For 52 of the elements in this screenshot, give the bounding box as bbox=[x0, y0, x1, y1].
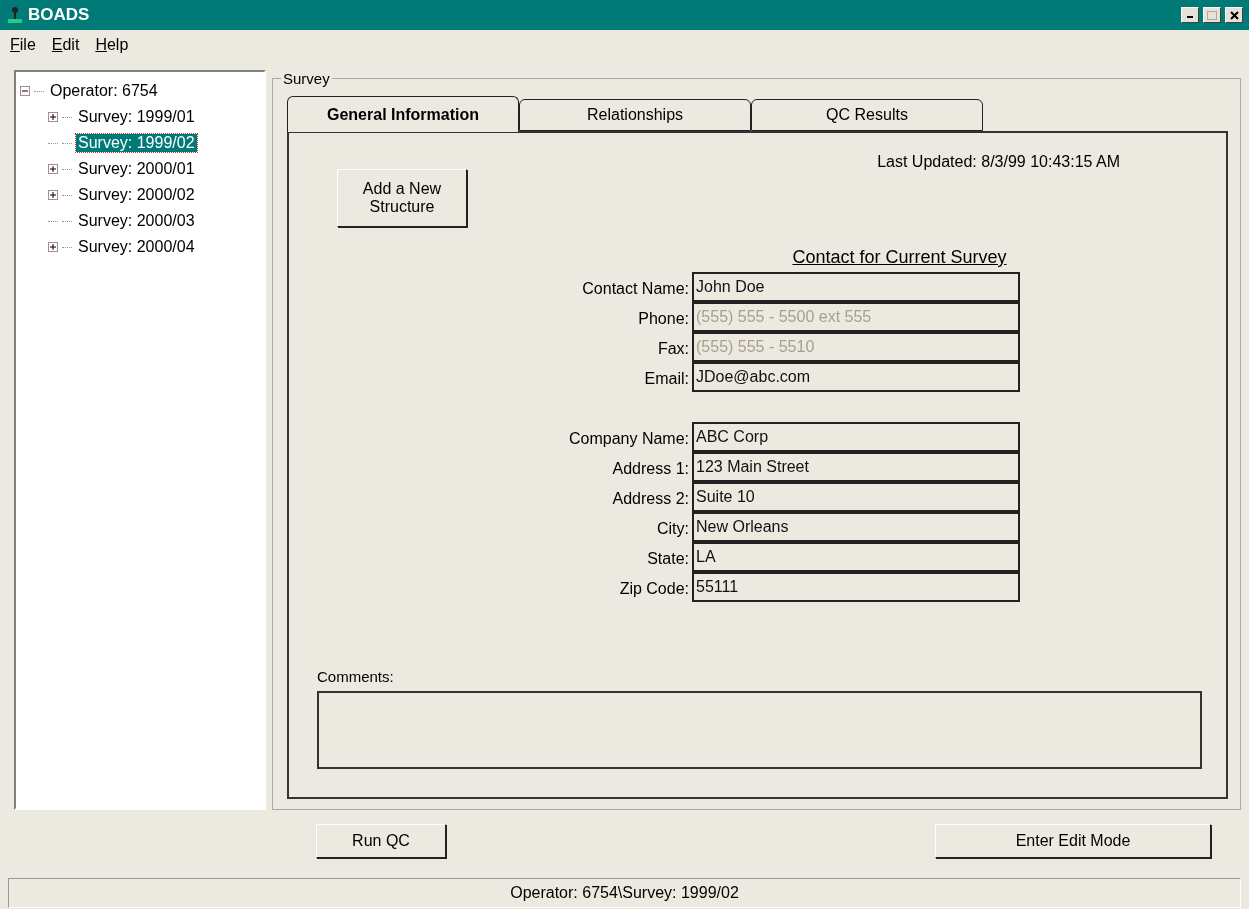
menu-item[interactable]: File bbox=[10, 36, 36, 54]
comments-label: Comments: bbox=[317, 668, 395, 685]
tree-item[interactable]: Survey: 1999/02 bbox=[76, 134, 197, 152]
field-label: Fax: bbox=[656, 339, 689, 359]
add-structure-button[interactable]: Add a New Structure bbox=[337, 169, 467, 227]
field-label: Zip Code: bbox=[618, 579, 689, 599]
edit-mode-button[interactable]: Enter Edit Mode bbox=[935, 824, 1211, 858]
field-label: Address 1: bbox=[611, 459, 689, 479]
tree-item[interactable]: Survey: 1999/01 bbox=[76, 108, 197, 126]
field-label: Email: bbox=[643, 369, 689, 389]
group-title: Survey bbox=[282, 70, 331, 87]
plus-icon[interactable] bbox=[48, 164, 58, 174]
maximize-icon bbox=[1207, 10, 1217, 20]
input-field[interactable]: John Doe bbox=[692, 272, 1020, 302]
input-field[interactable]: JDoe@abc.com bbox=[692, 362, 1020, 392]
input-field[interactable]: LA bbox=[692, 542, 1020, 572]
field-label: Phone: bbox=[637, 309, 689, 329]
status-bar: Operator: 6754\Survey: 1999/02 bbox=[8, 878, 1241, 908]
field-label: Address 2: bbox=[611, 489, 689, 509]
input-field[interactable]: ABC Corp bbox=[692, 422, 1020, 452]
input-field[interactable]: 123 Main Street bbox=[692, 452, 1020, 482]
menu-item[interactable]: Edit bbox=[51, 36, 80, 54]
field-label: Company Name: bbox=[567, 429, 689, 449]
plus-icon[interactable] bbox=[48, 112, 58, 122]
input-field[interactable]: 55111 bbox=[692, 572, 1020, 602]
minus-icon[interactable] bbox=[20, 86, 30, 96]
app-logo-icon bbox=[6, 6, 24, 24]
field-label: Contact Name: bbox=[581, 279, 689, 299]
tab[interactable]: Relationships bbox=[519, 99, 751, 131]
plus-icon[interactable] bbox=[48, 190, 58, 200]
section-heading: Contact for Current Survey bbox=[792, 247, 1007, 268]
minimize-button[interactable] bbox=[1181, 7, 1199, 23]
tree-item[interactable]: Operator: 6754 bbox=[48, 82, 160, 100]
close-icon bbox=[1229, 10, 1239, 20]
plus-icon[interactable] bbox=[48, 242, 58, 252]
close-button[interactable] bbox=[1225, 7, 1243, 23]
tree-item[interactable]: Survey: 2000/03 bbox=[76, 212, 197, 230]
comments-field[interactable] bbox=[317, 691, 1202, 769]
field-label: City: bbox=[656, 519, 689, 539]
run-qc-button[interactable]: Run QC bbox=[316, 824, 446, 858]
input-field[interactable]: New Orleans bbox=[692, 512, 1020, 542]
maximize-button[interactable] bbox=[1203, 7, 1221, 23]
tab[interactable]: QC Results bbox=[751, 99, 983, 131]
input-field[interactable]: Suite 10 bbox=[692, 482, 1020, 512]
tree-item[interactable]: Survey: 2000/02 bbox=[76, 186, 197, 204]
field-label: State: bbox=[646, 549, 689, 569]
menu-item[interactable]: Help bbox=[95, 36, 129, 54]
tab[interactable]: General Information bbox=[287, 96, 519, 132]
tree-item[interactable]: Survey: 2000/04 bbox=[76, 238, 197, 256]
tree-item[interactable]: Survey: 2000/01 bbox=[76, 160, 197, 178]
window-title: BOADS bbox=[28, 5, 91, 25]
last-updated-text: Last Updated: 8/3/99 10:43:15 AM bbox=[877, 153, 1120, 172]
